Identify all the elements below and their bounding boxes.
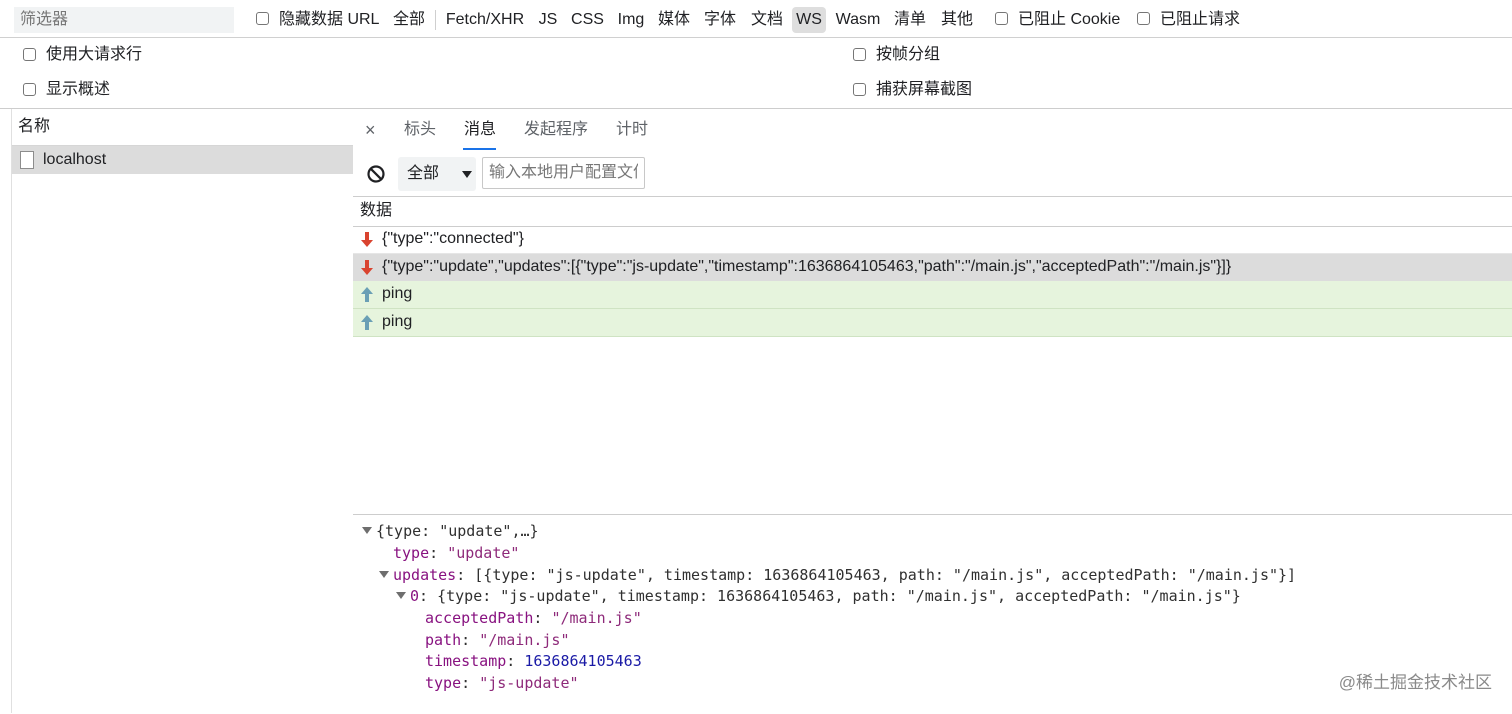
type-filter-js[interactable]: JS [533, 7, 563, 33]
dropdown-arrow-icon [462, 171, 472, 178]
blocked-requests-checkbox[interactable] [1137, 12, 1150, 25]
capture-screenshots-label: 捕获屏幕截图 [876, 81, 973, 98]
clear-messages-icon[interactable] [366, 164, 386, 184]
tab-timing[interactable]: 计时 [616, 109, 648, 151]
tree-root-summary: {type: "update",…} [376, 522, 539, 540]
sent-arrow-icon [361, 315, 373, 330]
message-data: ping [382, 313, 413, 330]
message-row-sent[interactable]: ping [353, 309, 1512, 337]
message-filter-input[interactable] [482, 157, 645, 189]
tree-node-path: path: "/main.js" [425, 631, 570, 649]
tree-root[interactable]: {type: "update",…} [362, 521, 539, 542]
blocked-requests-label: 已阻止请求 [1160, 11, 1241, 28]
tree-node-item-0[interactable]: 0: {type: "js-update", timestamp: 163686… [396, 586, 1241, 607]
type-filter-all[interactable]: 全部 [388, 7, 430, 33]
tree-summary: [{type: "js-update", timestamp: 16368641… [474, 566, 1297, 584]
tree-key: type [393, 544, 430, 562]
message-type-select-value: 全部 [407, 165, 440, 182]
tree-value: "/main.js" [551, 609, 642, 627]
filter-input[interactable] [14, 7, 234, 33]
expand-triangle-icon [396, 592, 406, 599]
show-overview-checkbox[interactable] [23, 83, 36, 96]
received-arrow-icon [361, 232, 373, 247]
hide-data-url-label: 隐藏数据 URL [279, 11, 380, 28]
type-filter-doc[interactable]: 文档 [746, 7, 788, 33]
column-header-name[interactable]: 名称 [12, 109, 353, 146]
tree-key: 0 [410, 587, 420, 605]
tree-node-acceptedpath: acceptedPath: "/main.js" [425, 609, 642, 627]
blocked-cookies-checkbox[interactable] [995, 12, 1008, 25]
type-filter-manifest[interactable]: 清单 [889, 7, 931, 33]
type-filter-font[interactable]: 字体 [700, 7, 740, 33]
tree-value: "/main.js" [479, 631, 570, 649]
capture-screenshots-checkbox[interactable] [853, 83, 866, 96]
message-row-sent[interactable]: ping [353, 281, 1512, 309]
column-header-name-label: 名称 [18, 118, 51, 135]
group-by-frame-label: 按帧分组 [876, 46, 941, 63]
expand-triangle-icon [379, 571, 389, 578]
tree-key: acceptedPath [425, 609, 534, 627]
type-filter-css[interactable]: CSS [567, 7, 608, 33]
watermark: @稀土掘金技术社区 [1338, 673, 1492, 692]
large-rows-checkbox[interactable] [23, 48, 36, 61]
tree-key: timestamp [425, 652, 507, 670]
document-icon [20, 151, 34, 169]
message-data: {"type":"connected"} [382, 230, 524, 247]
request-row[interactable]: localhost [12, 146, 353, 174]
tree-node-updates[interactable]: updates: [{type: "js-update", timestamp:… [379, 565, 1296, 586]
message-row-received[interactable]: {"type":"connected"} [353, 226, 1512, 254]
tree-node-type: type: "update" [393, 544, 520, 562]
tab-headers[interactable]: 标头 [404, 109, 436, 151]
active-tab-indicator [463, 148, 496, 150]
request-list: 名称 localhost [11, 109, 354, 713]
request-name: localhost [43, 151, 107, 168]
network-options: 使用大请求行 按帧分组 显示概述 捕获屏幕截图 [0, 38, 1512, 108]
group-by-frame-checkbox[interactable] [853, 48, 866, 61]
data-column-label: 数据 [360, 202, 393, 219]
tree-value: 1636864105463 [524, 652, 642, 670]
type-filter-media[interactable]: 媒体 [654, 7, 694, 33]
type-filter-wasm[interactable]: Wasm [831, 7, 885, 33]
request-details-panel: × 标头 消息 发起程序 计时 全部 数据 {"type":"connected… [353, 109, 1512, 714]
tree-node-timestamp: timestamp: 1636864105463 [425, 652, 642, 670]
message-data: {"type":"update","updates":[{"type":"js-… [382, 258, 1232, 275]
sent-arrow-icon [361, 287, 373, 302]
tree-key: type [425, 674, 462, 692]
tree-summary: {type: "js-update", timestamp: 163686410… [437, 587, 1241, 605]
network-filter-toolbar: 隐藏数据 URL 全部 Fetch/XHR JS CSS Img 媒体 字体 文… [0, 0, 1512, 38]
message-data: ping [382, 285, 413, 302]
large-rows-label: 使用大请求行 [46, 46, 143, 63]
type-filter-other[interactable]: 其他 [935, 7, 979, 33]
message-row-received-selected[interactable]: {"type":"update","updates":[{"type":"js-… [353, 254, 1512, 282]
type-filter-ws[interactable]: WS [792, 7, 826, 33]
tree-key: updates [393, 566, 457, 584]
tab-messages[interactable]: 消息 [464, 109, 496, 151]
data-column-header: 数据 [353, 196, 1512, 227]
message-type-select[interactable]: 全部 [398, 157, 476, 191]
received-arrow-icon [361, 260, 373, 275]
tree-value: "js-update" [479, 674, 579, 692]
close-details-button[interactable]: × [365, 109, 376, 151]
blocked-cookies-label: 已阻止 Cookie [1018, 11, 1121, 28]
tab-initiator[interactable]: 发起程序 [524, 109, 588, 151]
expand-triangle-icon [362, 527, 372, 534]
tree-key: path [425, 631, 462, 649]
tree-value: "update" [447, 544, 520, 562]
toolbar-divider [435, 10, 436, 30]
show-overview-label: 显示概述 [46, 81, 111, 98]
hide-data-url-checkbox[interactable] [256, 12, 269, 25]
tree-node-item-type: type: "js-update" [425, 674, 579, 692]
type-filter-fetch-xhr[interactable]: Fetch/XHR [441, 7, 529, 33]
type-filter-img[interactable]: Img [612, 7, 650, 33]
